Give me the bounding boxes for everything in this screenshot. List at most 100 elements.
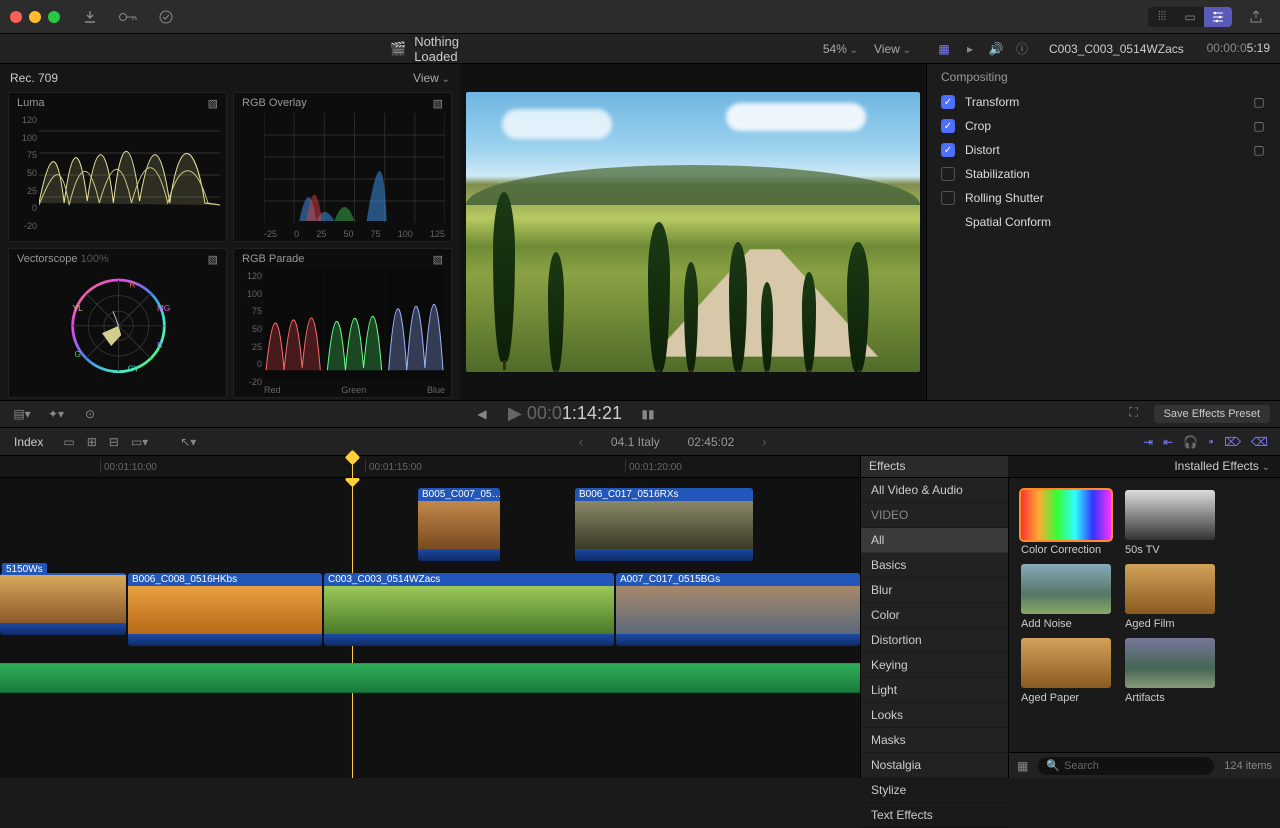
inspector-timecode: 00:00:05:19 <box>1207 41 1270 56</box>
crop-icon[interactable]: ▢ <box>1252 119 1266 133</box>
trim-start-icon[interactable]: ⌦ <box>1224 435 1241 449</box>
scope-settings-icon[interactable]: ▧ <box>433 97 443 110</box>
fx-item-artifacts[interactable]: Artifacts <box>1125 638 1215 704</box>
video-inspector-icon[interactable]: ▦ <box>935 40 953 58</box>
background-tasks-icon[interactable] <box>154 8 178 26</box>
fx-thumbnail-view-icon[interactable]: ▦ <box>1017 759 1028 773</box>
timeline-view-icon[interactable]: ▭ <box>1176 7 1204 27</box>
prev-frame-icon[interactable]: ◀ <box>472 407 492 421</box>
timeline-clip[interactable]: B006_C017_0516RXs <box>575 488 753 561</box>
tools-icon[interactable]: ✦▾ <box>46 407 66 421</box>
fx-item-color correction[interactable]: Color Correction <box>1021 490 1111 556</box>
inspector-row-label: Distort <box>965 143 1242 157</box>
checkbox[interactable] <box>941 191 955 205</box>
timeline-clip[interactable]: A007_C017_0515BGs <box>616 573 860 646</box>
scopes-view-dropdown[interactable]: View <box>413 71 450 85</box>
skimming-icon[interactable]: ⇥ <box>1143 435 1153 449</box>
play-pause-icon[interactable]: ▮▮ <box>638 407 658 421</box>
tl-tool-2-icon[interactable]: ⊞ <box>81 435 103 449</box>
checkbox[interactable]: ✓ <box>941 119 955 133</box>
fx-item-50s tv[interactable]: 50s TV <box>1125 490 1215 556</box>
fx-cat-looks[interactable]: Looks <box>861 703 1008 728</box>
fx-cat-stylize[interactable]: Stylize <box>861 778 1008 803</box>
audio-inspector-icon[interactable]: 🔊 <box>987 40 1005 58</box>
info-inspector-icon[interactable]: ⓘ <box>1013 40 1031 58</box>
timeline-clip[interactable]: B005_C007_05… <box>418 488 500 561</box>
timeline-ruler[interactable]: 00:01:10:0000:01:15:0000:01:20:00 <box>0 456 860 477</box>
keyword-icon[interactable] <box>116 8 140 26</box>
snapping-icon[interactable]: ⊙ <box>80 407 100 421</box>
inspector-row-rolling shutter[interactable]: Rolling Shutter <box>927 186 1280 210</box>
inspector-row-transform[interactable]: ✓Transform▢ <box>927 90 1280 114</box>
fx-cat-basics[interactable]: Basics <box>861 553 1008 578</box>
fx-cat-nostalgia[interactable]: Nostalgia <box>861 753 1008 778</box>
history-back-icon[interactable]: ‹ <box>579 435 583 449</box>
effects-search-input[interactable]: 🔍 Search <box>1038 757 1214 775</box>
transport-bar: ▤▾ ✦▾ ⊙ ◀ ▶ 00:01:14:21 ▮▮ ⛶ Save Effect… <box>0 400 1280 428</box>
fx-cat-text effects[interactable]: Text Effects <box>861 803 1008 828</box>
fx-cat-all[interactable]: All <box>861 528 1008 553</box>
checkbox[interactable] <box>941 167 955 181</box>
svg-text:YL: YL <box>73 304 84 313</box>
checkbox[interactable]: ✓ <box>941 143 955 157</box>
svg-text:MG: MG <box>157 304 170 313</box>
save-effects-preset-button[interactable]: Save Effects Preset <box>1154 405 1270 423</box>
fx-item-aged film[interactable]: Aged Film <box>1125 564 1215 630</box>
fx-cat-all-va[interactable]: All Video & Audio <box>861 478 1008 503</box>
checkbox[interactable]: ✓ <box>941 95 955 109</box>
fx-cat-blur[interactable]: Blur <box>861 578 1008 603</box>
tl-tool-1-icon[interactable]: ▭ <box>57 435 80 449</box>
audio-track[interactable] <box>0 663 860 693</box>
scope-settings-icon[interactable]: ▧ <box>208 97 218 110</box>
zoom-window-button[interactable] <box>48 11 60 23</box>
workspace-switcher[interactable]: ⦙⦙⦙ ▭ <box>1148 7 1232 27</box>
viewer-canvas[interactable] <box>466 92 920 372</box>
audio-skimming-icon[interactable]: ⇤ <box>1163 435 1173 449</box>
timeline-clip[interactable]: C003_C003_0514WZacs <box>324 573 614 646</box>
snap-icon[interactable]: ⁍ <box>1208 435 1214 449</box>
arrow-tool-icon[interactable]: ↖▾ <box>174 435 202 449</box>
fx-cat-light[interactable]: Light <box>861 678 1008 703</box>
inspector-view-icon[interactable] <box>1204 7 1232 27</box>
scope-settings-icon[interactable]: ▧ <box>433 253 443 266</box>
browser-view-icon[interactable]: ⦙⦙⦙ <box>1148 7 1176 27</box>
import-icon[interactable] <box>78 8 102 26</box>
installed-effects-dropdown[interactable]: Installed Effects <box>1174 459 1270 474</box>
inspector-row-label: Rolling Shutter <box>965 191 1242 205</box>
fx-item-add noise[interactable]: Add Noise <box>1021 564 1111 630</box>
trim-end-icon[interactable]: ⌫ <box>1251 435 1268 449</box>
search-placeholder: Search <box>1064 760 1099 772</box>
fullscreen-icon[interactable]: ⛶ <box>1124 405 1144 423</box>
quad-icon[interactable]: ▢ <box>1252 143 1266 157</box>
rect-icon[interactable]: ▢ <box>1252 95 1266 109</box>
fx-cat-masks[interactable]: Masks <box>861 728 1008 753</box>
fx-cat-distortion[interactable]: Distortion <box>861 628 1008 653</box>
timeline-clip[interactable]: B006_C008_0516HKbs <box>128 573 322 646</box>
playhead-marker[interactable] <box>352 456 353 478</box>
timeline-header: Index ▭ ⊞ ⊟ ▭▾ ↖▾ ‹ 04.1 Italy 02:45:02 … <box>0 428 1280 456</box>
index-button[interactable]: Index <box>0 435 57 449</box>
scope-settings-icon[interactable]: ▧ <box>208 253 218 266</box>
history-forward-icon[interactable]: › <box>762 435 766 449</box>
viewer-view-dropdown[interactable]: View <box>874 42 911 56</box>
fx-label: Aged Paper <box>1021 688 1111 704</box>
fx-cat-color[interactable]: Color <box>861 603 1008 628</box>
clip-appearance-icon[interactable]: ▤▾ <box>12 407 32 421</box>
timeline[interactable]: B005_C007_05… B006_C017_0516RXs 5150Ws B… <box>0 478 860 778</box>
inspector-row-spatial conform[interactable]: Spatial Conform <box>927 210 1280 234</box>
timeline-clip[interactable] <box>0 573 126 635</box>
inspector-row-distort[interactable]: ✓ Distort ▢ <box>927 138 1280 162</box>
inspector-row-crop[interactable]: ✓Crop▢ <box>927 114 1280 138</box>
close-window-button[interactable] <box>10 11 22 23</box>
inspector-row-stabilization[interactable]: Stabilization <box>927 162 1280 186</box>
library-title: Nothing Loaded <box>414 34 465 64</box>
zoom-dropdown[interactable]: 54% <box>823 42 858 56</box>
fx-item-aged paper[interactable]: Aged Paper <box>1021 638 1111 704</box>
tl-tool-4-icon[interactable]: ▭▾ <box>125 435 154 449</box>
tl-tool-3-icon[interactable]: ⊟ <box>103 435 125 449</box>
minimize-window-button[interactable] <box>29 11 41 23</box>
filmstrip-inspector-icon[interactable]: ▸ <box>961 40 979 58</box>
solo-icon[interactable]: 🎧 <box>1183 435 1198 449</box>
fx-cat-keying[interactable]: Keying <box>861 653 1008 678</box>
share-icon[interactable] <box>1242 7 1270 27</box>
